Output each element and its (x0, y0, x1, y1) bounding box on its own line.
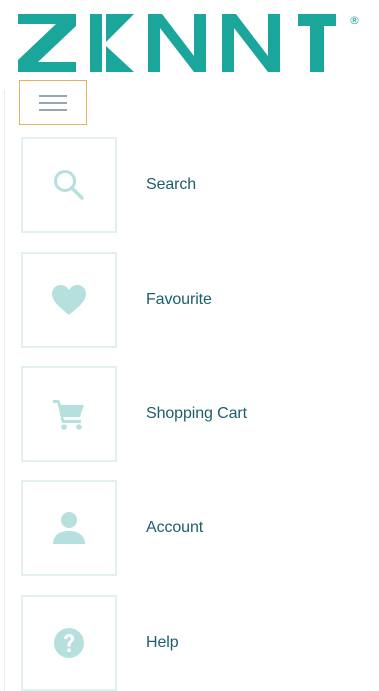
search-icon-box[interactable] (21, 137, 117, 233)
user-icon (53, 512, 85, 544)
registered-mark: ® (349, 14, 360, 27)
help-icon (54, 628, 84, 658)
nav-item-help[interactable]: Help (21, 595, 341, 691)
nav-item-shopping-cart[interactable]: Shopping Cart (21, 366, 341, 462)
nav-label-help[interactable]: Help (146, 634, 179, 652)
shopping-cart-icon-box[interactable] (21, 366, 117, 462)
heart-icon-box[interactable] (21, 252, 117, 348)
shopping-cart-icon (53, 400, 84, 430)
nav-label-favourite[interactable]: Favourite (146, 291, 212, 309)
heart-icon (52, 285, 86, 315)
nav-item-favourite[interactable]: Favourite (21, 252, 341, 348)
nav-label-search[interactable]: Search (146, 176, 196, 194)
search-icon (54, 170, 84, 200)
nav-item-search[interactable]: Search (21, 137, 341, 233)
brand-logo[interactable]: ® (18, 12, 368, 74)
nav-label-shopping-cart[interactable]: Shopping Cart (146, 405, 247, 423)
hamburger-icon (39, 94, 67, 111)
page-edge-divider (4, 90, 5, 691)
menu-toggle-button[interactable] (19, 80, 87, 125)
zenni-logo: ® (18, 14, 360, 72)
help-icon-box[interactable] (21, 595, 117, 691)
user-icon-box[interactable] (21, 480, 117, 576)
nav-item-account[interactable]: Account (21, 480, 341, 576)
nav-label-account[interactable]: Account (146, 519, 203, 537)
